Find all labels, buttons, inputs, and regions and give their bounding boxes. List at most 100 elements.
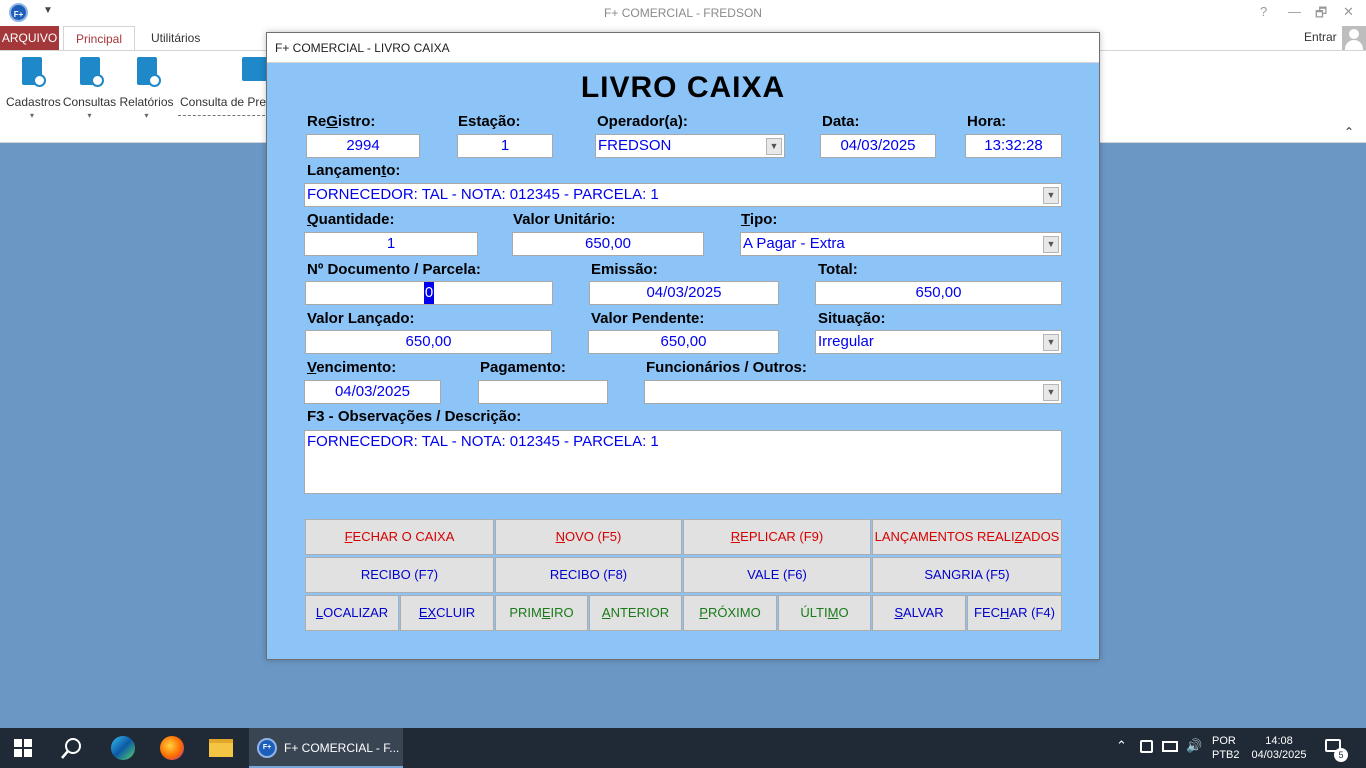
file-explorer-icon[interactable] [209,739,233,757]
lancamento-label: Lançamento: [307,162,401,179]
search-icon[interactable] [61,737,83,759]
observacoes-label: F3 - Observações / Descrição: [307,408,522,425]
sign-in-link[interactable]: Entrar [1304,30,1337,44]
registro-field[interactable]: 2994 [306,134,420,158]
tipo-value: A Pagar - Extra [743,235,845,252]
edge-icon[interactable] [111,736,135,760]
relatorios-icon [132,55,162,89]
emissao-field[interactable]: 04/03/2025 [589,281,779,305]
documento-value: 0 [423,282,435,304]
tab-principal[interactable]: Principal [63,26,136,51]
consultas-button[interactable]: Consultas ▾ [62,55,117,120]
valor-lancado-label: Valor Lançado: [307,310,415,327]
registro-label: ReGistro: [307,113,376,130]
data-label: Data: [822,113,860,130]
volume-icon[interactable]: 🔊 [1186,738,1202,754]
tab-utilitarios[interactable]: Utilitários [139,26,212,51]
tipo-select[interactable]: A Pagar - Extra ▼ [740,232,1062,256]
device-icon[interactable] [1140,740,1153,753]
estacao-field[interactable]: 1 [457,134,553,158]
situacao-value: Irregular [818,333,874,350]
relatorios-label: Relatórios [119,95,174,109]
consulta-preco-button[interactable]: Consulta de Prec [180,55,266,109]
quantidade-label: Quantidade: [307,211,395,228]
keyboard-layout: PTB2 [1212,749,1240,761]
monitor-icon [208,55,266,89]
operador-select[interactable]: FREDSON ▼ [595,134,785,158]
language-indicator[interactable]: POR PTB2 [1212,734,1240,762]
valor-pendente-field[interactable]: 650,00 [588,330,779,354]
operador-label: Operador(a): [597,113,688,130]
situacao-label: Situação: [818,310,886,327]
situacao-select[interactable]: Irregular ▼ [815,330,1062,354]
proximo-button[interactable]: PRÓXIMO [683,595,777,631]
cadastros-icon [17,55,47,89]
cadastros-button[interactable]: Cadastros ▾ [6,55,61,120]
cadastros-label: Cadastros [6,95,61,109]
ultimo-button[interactable]: ÚLTIMO [778,595,871,631]
novo-button[interactable]: NOVO (F5) [495,519,682,555]
localizar-button[interactable]: LOCALIZAR [305,595,399,631]
windows-start-icon[interactable] [14,739,32,757]
app-titlebar: F+ ▼ F+ COMERCIAL - FREDSON ? — 🗗 ✕ [0,0,1366,26]
collapse-ribbon-icon[interactable]: ⌃ [1344,125,1354,139]
pagamento-label: Pagamento: [480,359,566,376]
dropdown-arrow-icon[interactable]: ▼ [1043,187,1059,204]
network-icon[interactable] [1162,741,1178,752]
chevron-down-icon: ▾ [87,111,92,120]
notifications-count-badge: 5 [1334,748,1348,762]
avatar[interactable] [1342,26,1366,50]
tab-arquivo[interactable]: ARQUIVO [0,26,59,50]
ribbon-separator [178,115,270,116]
excluir-button[interactable]: EXCLUIR [400,595,494,631]
pagamento-field[interactable] [478,380,608,404]
anterior-button[interactable]: ANTERIOR [589,595,682,631]
valor-pendente-label: Valor Pendente: [591,310,705,327]
valor-lancado-field[interactable]: 650,00 [305,330,552,354]
lancamentos-realizados-button[interactable]: LANÇAMENTOS REALIZADOS [872,519,1062,555]
chevron-down-icon: ▾ [29,111,34,120]
dropdown-arrow-icon[interactable]: ▼ [1043,384,1059,401]
quantidade-field[interactable]: 1 [304,232,478,256]
dropdown-arrow-icon[interactable]: ▼ [1043,236,1059,253]
documento-label: Nº Documento / Parcela: [307,261,481,278]
observacoes-textarea[interactable]: FORNECEDOR: TAL - NOTA: 012345 - PARCELA… [304,430,1062,494]
fechar-button[interactable]: FECHAR (F4) [967,595,1062,631]
valor-unitario-field[interactable]: 650,00 [512,232,704,256]
fechar-caixa-button[interactable]: FECHAR O CAIXA [305,519,494,555]
dropdown-arrow-icon[interactable]: ▼ [1043,334,1059,351]
recibo-f8-button[interactable]: RECIBO (F8) [495,557,682,593]
lancamento-select[interactable]: FORNECEDOR: TAL - NOTA: 012345 - PARCELA… [304,183,1062,207]
chevron-up-icon[interactable]: ⌃ [1116,738,1127,754]
documento-field[interactable]: 0 [305,281,553,305]
primeiro-button[interactable]: PRIMEIRO [495,595,588,631]
consulta-preco-label: Consulta de Prec [180,95,266,109]
hora-field[interactable]: 13:32:28 [965,134,1062,158]
help-icon[interactable]: ? [1260,4,1267,19]
restore-icon[interactable]: 🗗 [1315,4,1327,26]
clock-date: 04/03/2025 [1251,749,1307,761]
sangria-button[interactable]: SANGRIA (F5) [872,557,1062,593]
app-title: F+ COMERCIAL - FREDSON [604,6,762,20]
minimize-icon[interactable]: — [1288,4,1301,19]
clock[interactable]: 14:08 04/03/2025 [1248,734,1310,762]
livro-caixa-dialog: F+ COMERCIAL - LIVRO CAIXA LIVRO CAIXA R… [266,32,1100,660]
relatorios-button[interactable]: Relatórios ▾ [119,55,174,120]
funcionarios-select[interactable]: ▼ [644,380,1062,404]
vencimento-field[interactable]: 04/03/2025 [304,380,441,404]
dropdown-arrow-icon[interactable]: ▼ [766,138,782,155]
operador-value: FREDSON [598,137,672,154]
valor-unitario-label: Valor Unitário: [513,211,616,228]
total-label: Total: [818,261,858,278]
data-field[interactable]: 04/03/2025 [820,134,936,158]
vale-button[interactable]: VALE (F6) [683,557,871,593]
close-icon[interactable]: ✕ [1343,4,1354,20]
emissao-label: Emissão: [591,261,658,278]
dialog-titlebar: F+ COMERCIAL - LIVRO CAIXA [267,33,1099,63]
replicar-button[interactable]: REPLICAR (F9) [683,519,871,555]
firefox-icon[interactable] [160,736,184,760]
tipo-label: Tipo: [741,211,778,228]
recibo-f7-button[interactable]: RECIBO (F7) [305,557,494,593]
total-field[interactable]: 650,00 [815,281,1062,305]
salvar-button[interactable]: SALVAR [872,595,966,631]
